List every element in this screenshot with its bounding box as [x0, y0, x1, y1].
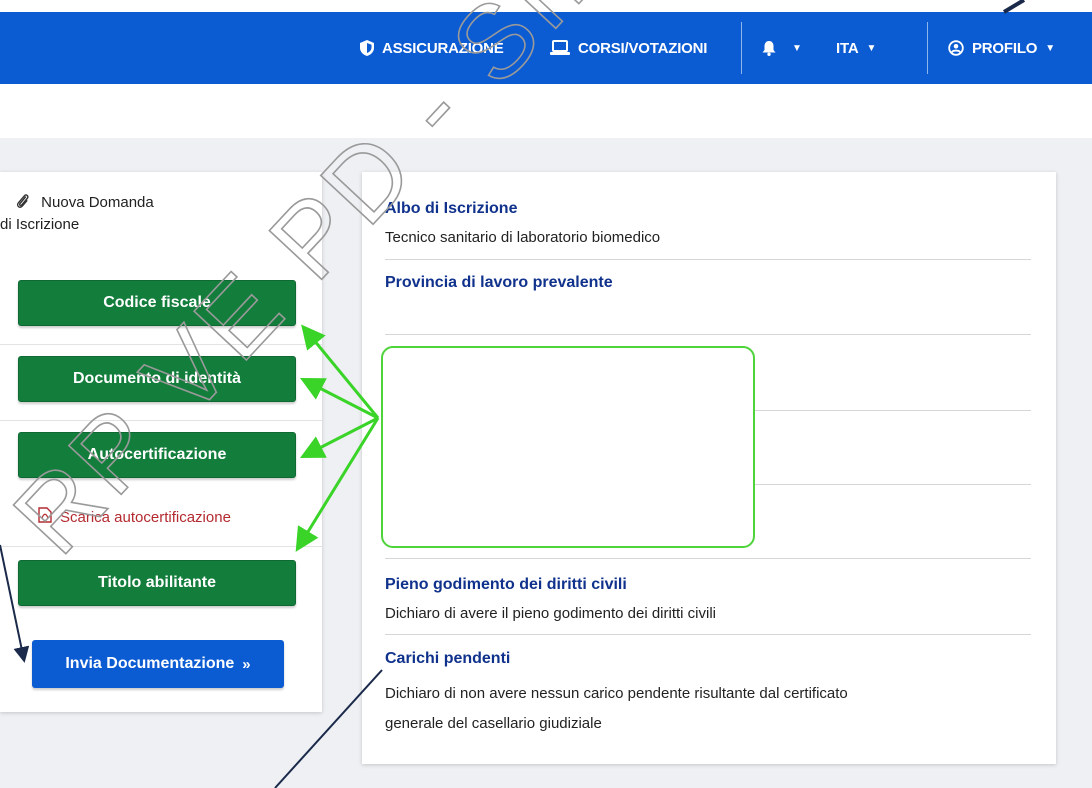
nav-language-label: ITA [836, 39, 859, 57]
titolo-abilitante-button[interactable]: Titolo abilitante [18, 560, 296, 606]
paperclip-icon [16, 194, 33, 211]
titolo-abilitante-button-label: Titolo abilitante [98, 574, 216, 591]
diritti-civili-label: Pieno godimento dei diritti civili [385, 576, 627, 593]
autocertificazione-button[interactable]: Autocertificazione [18, 432, 296, 478]
carichi-pendenti-label: Carichi pendenti [385, 650, 511, 667]
carichi-pendenti-value-line1: Dichiaro di non avere nessun carico pend… [385, 685, 848, 702]
shield-icon [360, 40, 374, 56]
left-divider [0, 344, 322, 345]
nav-corsi-votazioni[interactable]: CORSI/VOTAZIONI [550, 12, 707, 84]
nav-notifications[interactable]: ▼ [762, 12, 802, 84]
invia-documentazione-button-label: Invia Documentazione [65, 655, 235, 672]
nav-assicurazione-label: ASSICURAZIONE [382, 39, 504, 57]
nav-separator [927, 22, 928, 74]
scarica-autocertificazione-label: Scarica autocertificazione [60, 508, 231, 526]
right-divider [385, 334, 1031, 335]
nav-separator [741, 22, 742, 74]
chevron-down-icon: ▼ [866, 42, 877, 54]
provincia-lavoro-label: Provincia di lavoro prevalente [385, 274, 613, 291]
right-divider [385, 558, 1031, 559]
nav-language[interactable]: ITA ▼ [836, 12, 876, 84]
carichi-pendenti-value: Dichiaro di non avere nessun carico pend… [385, 679, 848, 739]
right-divider [385, 259, 1031, 260]
top-navbar: ASSICURAZIONE CORSI/VOTAZIONI ▼ ITA ▼ PR… [0, 12, 1092, 84]
documento-identita-button-label: Documento di identità [73, 370, 241, 387]
left-panel-title: Nuova Domanda di Iscrizione [0, 192, 240, 236]
diritti-civili-value: Dichiaro di avere il pieno godimento dei… [385, 605, 716, 622]
laptop-icon [550, 40, 570, 56]
nav-profilo-label: PROFILO [972, 39, 1038, 57]
right-divider [385, 634, 1031, 635]
chevron-down-icon: ▼ [792, 42, 802, 54]
left-panel-title-line2: di Iscrizione [0, 216, 80, 233]
pdf-icon [38, 507, 52, 527]
chevron-down-icon: ▼ [1045, 42, 1055, 54]
scarica-autocertificazione-link[interactable]: Scarica autocertificazione [38, 507, 231, 527]
bell-icon [762, 40, 776, 56]
screenshot-root: ASSICURAZIONE CORSI/VOTAZIONI ▼ ITA ▼ PR… [0, 0, 1092, 788]
left-divider [0, 546, 322, 547]
albo-iscrizione-value: Tecnico sanitario di laboratorio biomedi… [385, 229, 661, 246]
autocertificazione-button-label: Autocertificazione [87, 446, 227, 463]
left-divider [0, 420, 322, 421]
user-circle-icon [948, 40, 964, 56]
nav-assicurazione[interactable]: ASSICURAZIONE [360, 12, 504, 84]
codice-fiscale-button-label: Codice fiscale [103, 294, 211, 311]
left-panel-title-line1: Nuova Domanda [41, 194, 154, 211]
highlight-box [381, 346, 755, 548]
double-chevron-right-icon: » [242, 655, 251, 673]
invia-documentazione-button[interactable]: Invia Documentazione » [32, 640, 284, 688]
nav-corsi-votazioni-label: CORSI/VOTAZIONI [578, 39, 708, 57]
nav-profilo[interactable]: PROFILO ▼ [948, 12, 1055, 84]
carichi-pendenti-value-line2: generale del casellario giudiziale [385, 715, 602, 732]
albo-iscrizione-label: Albo di Iscrizione [385, 200, 518, 217]
top-strip [0, 0, 1092, 12]
documento-identita-button[interactable]: Documento di identità [18, 356, 296, 402]
codice-fiscale-button[interactable]: Codice fiscale [18, 280, 296, 326]
